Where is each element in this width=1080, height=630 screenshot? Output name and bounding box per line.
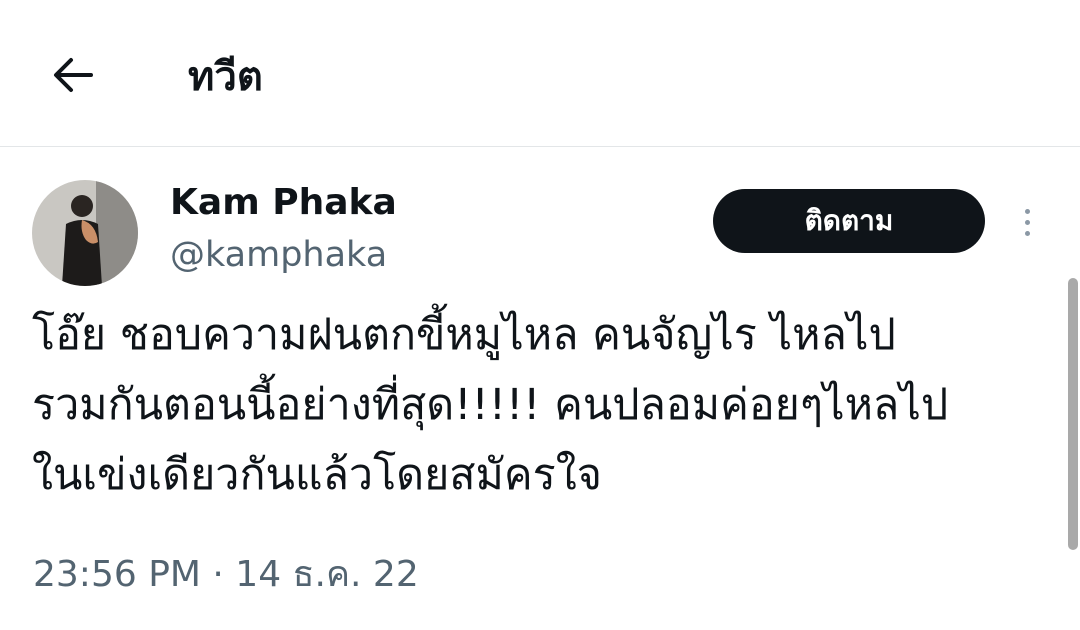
more-vertical-icon: [1024, 219, 1030, 225]
page-title: ทวีต: [188, 54, 263, 100]
tweet-timestamp[interactable]: 23:56 PM · 14 ธ.ค. 22: [33, 550, 419, 600]
follow-button[interactable]: ติดตาม: [713, 189, 985, 253]
profile-photo: [32, 180, 138, 286]
arrow-left-icon: [54, 58, 93, 92]
scrollbar[interactable]: [1068, 278, 1078, 550]
more-options-button[interactable]: [1012, 200, 1042, 244]
top-bar: ทวีต: [0, 0, 1080, 147]
author-display-name[interactable]: Kam Phaka: [170, 180, 397, 226]
tweet-text: โอ๊ย ชอบความฝนตกขี้หมูไหล คนจัญไร ไหลไป …: [32, 310, 949, 500]
more-vertical-icon: [1024, 230, 1030, 236]
back-button[interactable]: [48, 50, 98, 100]
more-vertical-icon: [1024, 208, 1030, 214]
avatar[interactable]: [32, 180, 138, 286]
author-handle[interactable]: @kamphaka: [170, 232, 387, 278]
